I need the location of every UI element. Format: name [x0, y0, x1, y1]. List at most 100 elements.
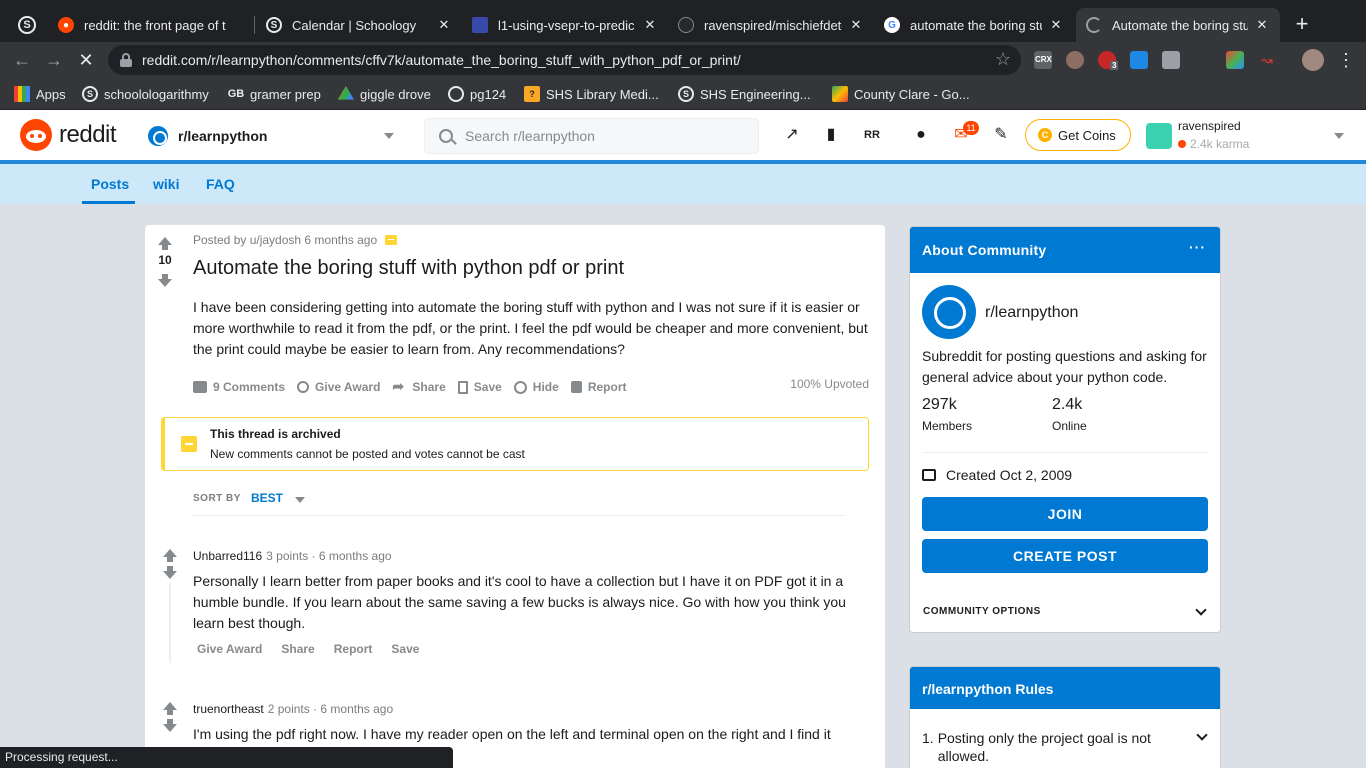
reddit-icon: ●	[58, 17, 74, 33]
bookmark-shs-engineering[interactable]: S SHS Engineering...	[678, 85, 811, 103]
join-button[interactable]: JOIN	[922, 497, 1208, 531]
tab-schoology-calendar[interactable]: S Calendar | Schoology ✕	[256, 8, 462, 42]
schoology-pinned-icon[interactable]: S	[18, 16, 36, 34]
post-score: 10	[158, 253, 172, 267]
crx-extension-icon[interactable]: CRX	[1034, 51, 1052, 69]
tab-google-search[interactable]: G automate the boring stuf ✕	[874, 8, 1074, 42]
community-name[interactable]: r/learnpython	[985, 304, 1078, 322]
online-label: Online	[1052, 419, 1087, 433]
bookmark-schoology[interactable]: S schoolologarithmy	[82, 85, 209, 103]
caret-down-icon	[384, 133, 394, 139]
tab-vsepr[interactable]: l1-using-vsepr-to-predic ✕	[462, 8, 668, 42]
owl-extension-icon[interactable]	[1066, 51, 1084, 69]
subreddit-selector[interactable]: r/learnpython	[148, 124, 398, 148]
post-author[interactable]: Posted by u/jaydosh	[193, 233, 301, 247]
tab-reddit-front[interactable]: ● reddit: the front page of t	[48, 8, 254, 42]
tab-wiki[interactable]: wiki	[153, 176, 179, 192]
bookmark-county-clare[interactable]: County Clare - Go...	[832, 85, 970, 103]
browser-tab-strip: S ● reddit: the front page of t S Calend…	[0, 0, 1366, 42]
forward-arrow-icon[interactable]: →	[42, 48, 66, 72]
give-award-button[interactable]: Give Award	[297, 380, 380, 394]
tab-active-reddit-post[interactable]: Automate the boring stuf ✕	[1076, 8, 1280, 42]
save-button[interactable]: Save	[391, 642, 419, 656]
search-box[interactable]	[424, 118, 759, 154]
community-icon	[922, 285, 976, 339]
stop-loading-icon[interactable]: ✕	[74, 48, 98, 72]
comment-author[interactable]: Unbarred116	[193, 549, 262, 563]
sort-dropdown[interactable]: SORT BY BEST	[193, 491, 305, 505]
close-icon[interactable]: ✕	[1048, 17, 1064, 33]
downvote-icon[interactable]	[158, 274, 172, 287]
close-icon[interactable]: ✕	[1254, 17, 1270, 33]
reddit-logo-icon[interactable]	[20, 119, 52, 151]
rule-item[interactable]: 1. Posting only the project goal is not …	[922, 729, 1172, 765]
leaderboard-icon[interactable]: ▮	[820, 124, 842, 146]
save-button[interactable]: Save	[457, 380, 502, 394]
search-input[interactable]	[465, 128, 745, 144]
upvote-ratio: 100% Upvoted	[790, 377, 869, 391]
schoology-icon: S	[266, 17, 282, 33]
create-post-button[interactable]: CREATE POST	[922, 539, 1208, 573]
more-options-icon[interactable]: ···	[1189, 239, 1206, 255]
chevron-down-icon[interactable]	[1195, 604, 1207, 616]
share-button[interactable]: Share	[392, 378, 445, 395]
menu-kebab-icon[interactable]: ⋮	[1334, 48, 1358, 72]
created-date: Created Oct 2, 2009	[946, 467, 1073, 483]
chevron-down-icon[interactable]	[1196, 729, 1208, 741]
create-post-pencil-icon[interactable]: ✎	[990, 124, 1012, 146]
post-meta: Posted by u/jaydosh 6 months ago	[193, 233, 398, 247]
community-options-toggle[interactable]: COMMUNITY OPTIONS	[923, 606, 1041, 617]
get-coins-button[interactable]: C Get Coins	[1025, 119, 1131, 151]
comment-author[interactable]: truenortheast	[193, 702, 264, 716]
give-award-button[interactable]: Give Award	[197, 642, 262, 656]
user-menu[interactable]: ravenspired 2.4k karma	[1146, 118, 1346, 154]
tab-github[interactable]: ravenspired/mischiefdete ✕	[668, 8, 874, 42]
bookmark-giggle-drove[interactable]: giggle drove	[338, 85, 431, 103]
new-tab-button[interactable]: +	[1292, 12, 1312, 36]
thread-line[interactable]	[169, 583, 171, 663]
briefcase-extension-icon[interactable]	[1162, 51, 1180, 69]
trending-icon[interactable]: ↗	[781, 124, 803, 146]
archived-subtitle: New comments cannot be posted and votes …	[210, 447, 525, 461]
rpan-icon[interactable]: RR	[861, 124, 883, 146]
save-icon	[457, 380, 468, 394]
tab-posts[interactable]: Posts	[91, 176, 129, 192]
tab-faq[interactable]: FAQ	[206, 176, 235, 192]
bookmark-star-icon[interactable]: ☆	[995, 49, 1011, 70]
adblock-extension-icon[interactable]: 3	[1098, 51, 1119, 70]
subreddit-nav: Posts wiki FAQ	[0, 164, 1366, 204]
planet-icon	[148, 126, 168, 146]
bookmark-apps[interactable]: Apps	[14, 85, 66, 103]
downvote-icon[interactable]	[163, 719, 177, 732]
address-bar[interactable]: reddit.com/r/learnpython/comments/cffv7k…	[108, 45, 1021, 75]
bookmark-label: SHS Library Medi...	[546, 86, 659, 102]
upvote-icon[interactable]	[158, 237, 172, 250]
upvote-icon[interactable]	[163, 702, 177, 715]
bookmark-gramer-prep[interactable]: GB gramer prep	[228, 85, 321, 103]
hide-button[interactable]: Hide	[513, 380, 559, 394]
upvote-icon[interactable]	[163, 549, 177, 562]
blank-extension-icon[interactable]	[1194, 51, 1212, 69]
back-arrow-icon[interactable]: ←	[10, 48, 34, 72]
share-button[interactable]: Share	[281, 642, 314, 656]
report-button[interactable]: Report	[570, 380, 626, 394]
bookmark-label: County Clare - Go...	[854, 86, 970, 102]
close-icon[interactable]: ✕	[848, 17, 864, 33]
red-extension-icon[interactable]: ↝	[1258, 51, 1276, 69]
comment-meta: truenortheast 2 points · 6 months ago	[193, 702, 393, 716]
profile-avatar[interactable]	[1302, 49, 1324, 71]
bookmark-shs-library[interactable]: ? SHS Library Medi...	[524, 85, 659, 103]
search-icon	[439, 129, 453, 143]
close-icon[interactable]: ✕	[436, 17, 452, 33]
reddit-wordmark[interactable]: reddit	[59, 121, 117, 149]
chat-icon[interactable]: ●	[910, 124, 932, 146]
comments-button[interactable]: 9 Comments	[193, 380, 285, 394]
schoology-icon: S	[678, 86, 694, 102]
bookmark-pg124[interactable]: pg124	[448, 85, 506, 103]
checkmark-extension-icon[interactable]	[1130, 51, 1148, 69]
downvote-icon[interactable]	[163, 566, 177, 579]
close-icon[interactable]: ✕	[642, 17, 658, 33]
color-extension-icon[interactable]	[1226, 51, 1244, 69]
report-button[interactable]: Report	[334, 642, 373, 656]
schoology-icon: S	[82, 86, 98, 102]
